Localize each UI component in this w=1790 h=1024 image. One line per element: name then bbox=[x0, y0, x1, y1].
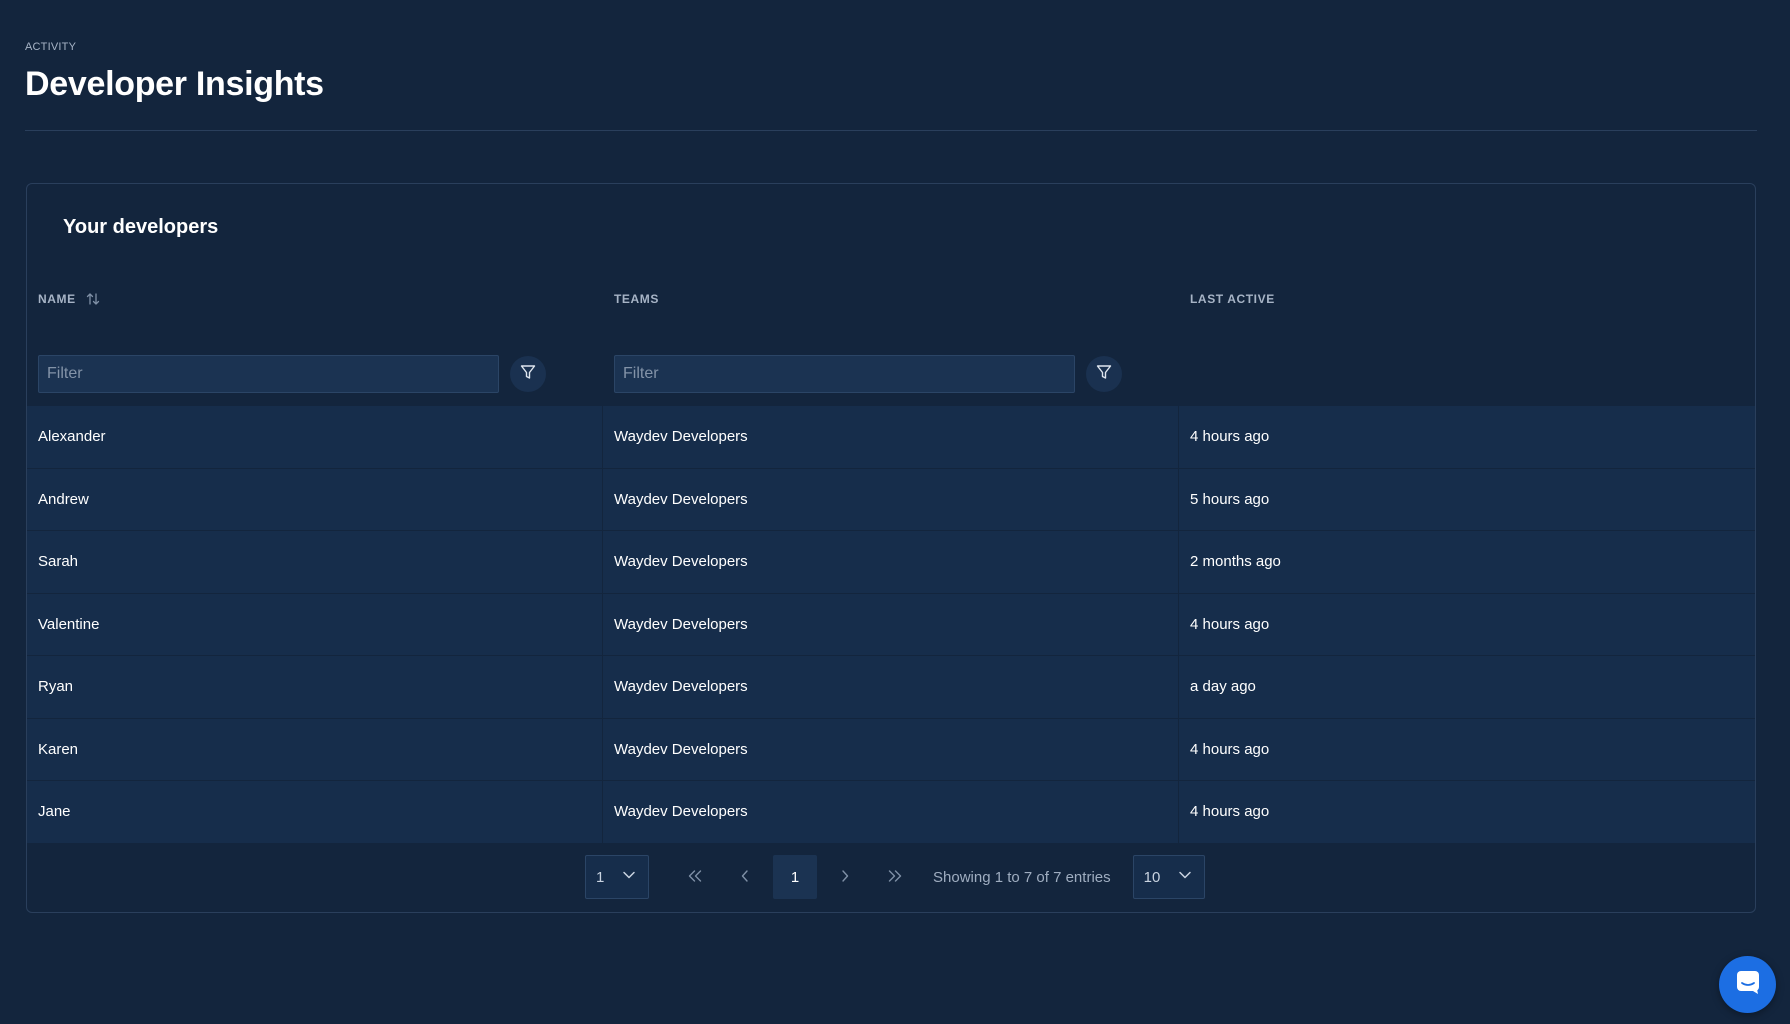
chat-icon bbox=[1735, 969, 1761, 1000]
column-header-label: TEAMS bbox=[614, 292, 659, 306]
cell-last-active: 5 hours ago bbox=[1190, 490, 1270, 508]
double-chevron-right-icon bbox=[887, 867, 903, 888]
cell-name: Jane bbox=[27, 781, 603, 843]
page: ACTIVITY Developer Insights Your develop… bbox=[0, 0, 1790, 1024]
cell-name: Ryan bbox=[27, 656, 603, 718]
column-header-name[interactable]: NAME bbox=[27, 284, 603, 314]
header-divider bbox=[25, 130, 1757, 131]
cell-last-active: 4 hours ago bbox=[1190, 615, 1270, 633]
page-header: ACTIVITY Developer Insights bbox=[25, 40, 1757, 104]
page-size-dropdown[interactable]: 10 bbox=[1132, 855, 1205, 899]
next-page-button[interactable] bbox=[823, 855, 867, 899]
page-select-dropdown[interactable]: 1 bbox=[585, 855, 649, 899]
last-page-button[interactable] bbox=[873, 855, 917, 899]
teams-filter-button[interactable] bbox=[1086, 356, 1122, 392]
pagination: 1 1 Showing 1 to 7 of 7 entries 10 bbox=[585, 855, 1205, 899]
filter-funnel-icon bbox=[1095, 363, 1113, 386]
cell-last-active: 4 hours ago bbox=[1190, 740, 1270, 758]
table-row[interactable]: Valentine Waydev Developers 4 hours ago bbox=[27, 593, 1755, 656]
filter-row bbox=[27, 354, 1755, 394]
table-row[interactable]: Alexander Waydev Developers 4 hours ago bbox=[27, 406, 1755, 469]
table-row[interactable]: Karen Waydev Developers 4 hours ago bbox=[27, 718, 1755, 781]
cell-team: Waydev Developers bbox=[603, 468, 1179, 530]
column-header-teams: TEAMS bbox=[603, 284, 1179, 314]
page-number-button[interactable]: 1 bbox=[773, 855, 817, 899]
cell-last-active: 2 months ago bbox=[1190, 553, 1281, 571]
first-page-button[interactable] bbox=[673, 855, 717, 899]
cell-team: Waydev Developers bbox=[603, 718, 1179, 780]
cell-last-active: 4 hours ago bbox=[1190, 428, 1270, 446]
table-row[interactable]: Sarah Waydev Developers 2 months ago bbox=[27, 531, 1755, 594]
sort-arrows-icon[interactable] bbox=[86, 292, 100, 306]
cell-name: Andrew bbox=[27, 468, 603, 530]
card-title: Your developers bbox=[63, 216, 219, 238]
cell-name: Alexander bbox=[27, 406, 603, 468]
chevron-left-icon bbox=[740, 867, 750, 888]
name-filter-input[interactable] bbox=[38, 355, 499, 393]
cell-team: Waydev Developers bbox=[603, 593, 1179, 655]
cell-team: Waydev Developers bbox=[603, 406, 1179, 468]
double-chevron-left-icon bbox=[687, 867, 703, 888]
name-filter-cell bbox=[27, 354, 603, 394]
cell-team: Waydev Developers bbox=[603, 531, 1179, 593]
filter-funnel-icon bbox=[519, 363, 537, 386]
cell-name: Valentine bbox=[27, 593, 603, 655]
cell-name: Sarah bbox=[27, 531, 603, 593]
name-filter-button[interactable] bbox=[510, 356, 546, 392]
last-active-filter-cell bbox=[1179, 354, 1755, 394]
table-row[interactable]: Jane Waydev Developers 4 hours ago bbox=[27, 781, 1755, 844]
cell-last-active: a day ago bbox=[1190, 678, 1256, 696]
column-header-label: LAST ACTIVE bbox=[1190, 292, 1275, 306]
entries-summary: Showing 1 to 7 of 7 entries bbox=[933, 868, 1111, 886]
teams-filter-cell bbox=[603, 354, 1179, 394]
cell-team: Waydev Developers bbox=[603, 781, 1179, 843]
page-select-value: 1 bbox=[596, 868, 605, 886]
table-row[interactable]: Andrew Waydev Developers 5 hours ago bbox=[27, 468, 1755, 531]
page-size-value: 10 bbox=[1143, 868, 1161, 886]
cell-name: Karen bbox=[27, 718, 603, 780]
table-body: Alexander Waydev Developers 4 hours ago … bbox=[27, 406, 1755, 844]
chevron-right-icon bbox=[840, 867, 850, 888]
teams-filter-input[interactable] bbox=[614, 355, 1075, 393]
column-header-last-active: LAST ACTIVE bbox=[1179, 284, 1755, 314]
chevron-down-icon bbox=[622, 868, 636, 886]
developers-card: Your developers NAME TEAMS LAST ACTIVE F… bbox=[26, 183, 1756, 913]
table-header: NAME TEAMS LAST ACTIVE bbox=[27, 284, 1755, 314]
column-header-label: NAME bbox=[38, 292, 76, 306]
previous-page-button[interactable] bbox=[723, 855, 767, 899]
cell-team: Waydev Developers bbox=[603, 656, 1179, 718]
cell-last-active: 4 hours ago bbox=[1190, 803, 1270, 821]
page-title: Developer Insights bbox=[25, 65, 324, 103]
chevron-down-icon bbox=[1178, 868, 1192, 886]
chat-launcher-button[interactable] bbox=[1719, 956, 1776, 1013]
breadcrumb: ACTIVITY bbox=[25, 41, 77, 53]
table-row[interactable]: Ryan Waydev Developers a day ago bbox=[27, 656, 1755, 719]
